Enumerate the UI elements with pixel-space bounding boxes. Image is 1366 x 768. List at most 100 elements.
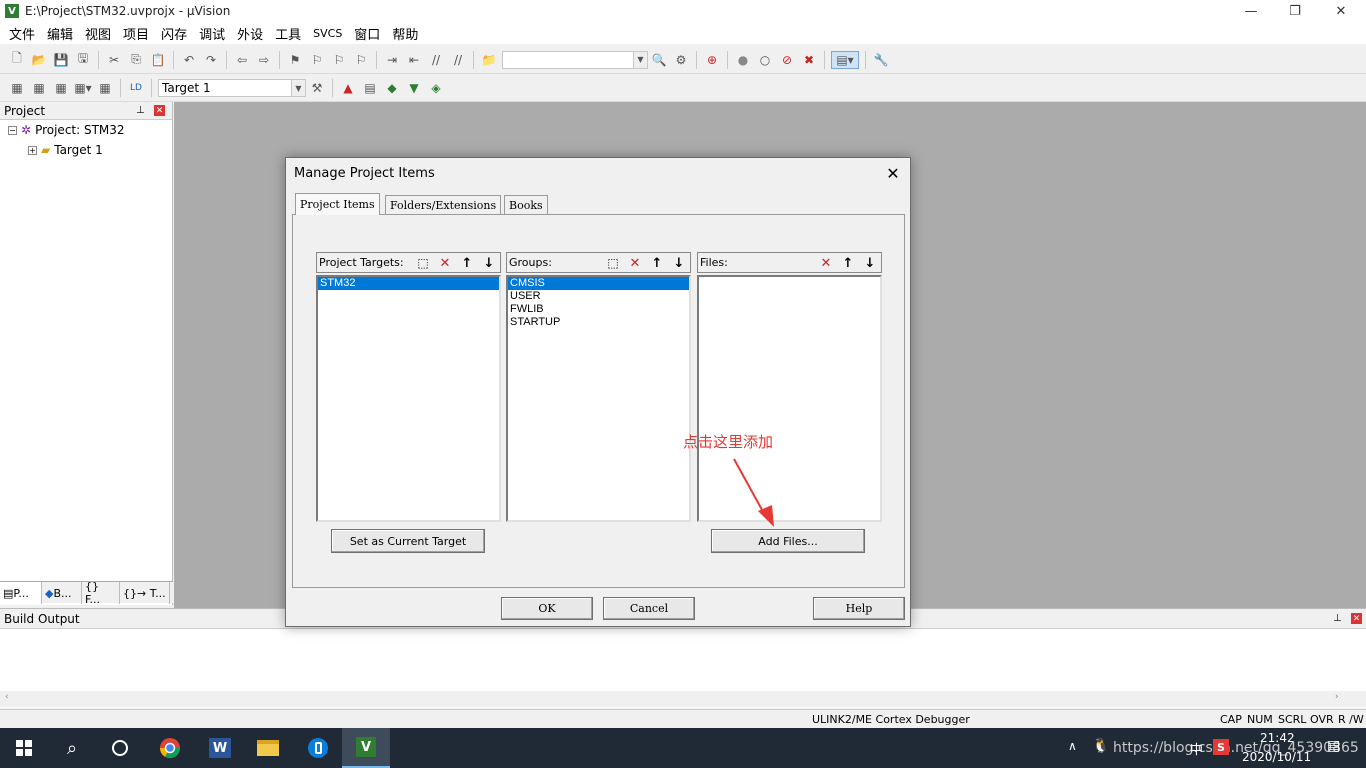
scroll-right-icon[interactable]: › bbox=[1335, 692, 1339, 702]
list-item[interactable]: FWLIB bbox=[508, 303, 689, 316]
dialog-close-button[interactable]: ✕ bbox=[882, 162, 904, 184]
copy-icon[interactable]: ⎘ bbox=[127, 51, 145, 69]
breakpoint-icon[interactable]: ● bbox=[734, 51, 752, 69]
save-all-icon[interactable]: 🖫 bbox=[74, 51, 92, 69]
chevron-down-icon[interactable]: ▼ bbox=[291, 80, 305, 96]
qq-tray-icon[interactable]: 🐧 bbox=[1092, 738, 1109, 754]
horizontal-scrollbar[interactable]: ‹ › bbox=[0, 691, 1366, 707]
chevron-down-icon[interactable]: ▼ bbox=[633, 51, 647, 68]
menu-flash[interactable]: 闪存 bbox=[155, 24, 193, 43]
nav-forward-icon[interactable]: ⇨ bbox=[255, 51, 273, 69]
build-icon[interactable]: ▦ bbox=[30, 79, 48, 97]
minimize-button[interactable]: — bbox=[1228, 0, 1274, 22]
menu-window[interactable]: 窗口 bbox=[348, 24, 386, 43]
save-icon[interactable]: 💾 bbox=[52, 51, 70, 69]
bookmark-prev-icon[interactable]: ⚐ bbox=[308, 51, 326, 69]
breakpoint-disable-all-icon[interactable]: ⊘ bbox=[778, 51, 796, 69]
rebuild-icon[interactable]: ▦ bbox=[52, 79, 70, 97]
tab-project[interactable]: ▤ P... bbox=[0, 582, 42, 604]
menu-edit[interactable]: 编辑 bbox=[41, 24, 79, 43]
restore-button[interactable]: ❐ bbox=[1272, 0, 1318, 22]
clock-time[interactable]: 21:42 bbox=[1260, 731, 1295, 745]
comment-icon[interactable]: // bbox=[427, 51, 445, 69]
list-item[interactable]: STARTUP bbox=[508, 316, 689, 329]
move-up-icon[interactable]: ↑ bbox=[839, 255, 857, 271]
menu-file[interactable]: 文件 bbox=[3, 24, 41, 43]
menu-svcs[interactable]: SVCS bbox=[307, 27, 348, 40]
pin-icon[interactable]: ⊥ bbox=[1333, 613, 1342, 624]
tab-project-items[interactable]: Project Items bbox=[295, 193, 380, 215]
bookmark-next-icon[interactable]: ⚐ bbox=[330, 51, 348, 69]
find-icon[interactable]: 🔍 bbox=[650, 51, 668, 69]
nav-back-icon[interactable]: ⇦ bbox=[233, 51, 251, 69]
menu-help[interactable]: 帮助 bbox=[386, 24, 424, 43]
ime-indicator[interactable]: 中 bbox=[1190, 739, 1203, 758]
collapse-icon[interactable]: − bbox=[8, 125, 17, 135]
delete-icon[interactable]: ✕ bbox=[436, 255, 454, 271]
target-select[interactable]: Target 1 ▼ bbox=[158, 79, 306, 97]
list-item[interactable]: STM32 bbox=[318, 277, 499, 290]
add-files-button[interactable]: Add Files... bbox=[711, 529, 865, 553]
ok-button[interactable]: OK bbox=[501, 597, 593, 620]
tab-functions[interactable]: {} F... bbox=[82, 580, 120, 606]
move-up-icon[interactable]: ↑ bbox=[458, 255, 476, 271]
debug-session-icon[interactable]: ⊕ bbox=[703, 51, 721, 69]
cancel-button[interactable]: Cancel bbox=[603, 597, 695, 620]
target-options-icon[interactable]: ⚒ bbox=[308, 79, 326, 97]
new-file-icon[interactable]: 🗋 bbox=[8, 51, 26, 69]
delete-icon[interactable]: ✕ bbox=[626, 255, 644, 271]
stop-build-icon[interactable]: ▦ bbox=[96, 79, 114, 97]
task-view-icon[interactable] bbox=[96, 728, 144, 768]
translate-icon[interactable]: ▦ bbox=[8, 79, 26, 97]
incremental-find-icon[interactable]: ⚙ bbox=[672, 51, 690, 69]
start-button[interactable] bbox=[0, 728, 48, 768]
pack-installer-icon[interactable]: ◆ bbox=[383, 79, 401, 97]
cut-icon[interactable]: ✂ bbox=[105, 51, 123, 69]
paste-icon[interactable]: 📋 bbox=[149, 51, 167, 69]
close-window-button[interactable]: ✕ bbox=[1318, 0, 1364, 22]
menu-debug[interactable]: 调试 bbox=[193, 24, 231, 43]
menu-tools[interactable]: 工具 bbox=[269, 24, 307, 43]
tree-item-target[interactable]: + ▰ Target 1 bbox=[0, 140, 172, 160]
files-list[interactable] bbox=[697, 275, 882, 522]
close-icon[interactable]: ✕ bbox=[154, 105, 165, 116]
new-item-icon[interactable]: ⬚ bbox=[604, 255, 622, 271]
select-software-packs-icon[interactable]: ▼ bbox=[405, 79, 423, 97]
delete-icon[interactable]: ✕ bbox=[817, 255, 835, 271]
tab-folders-extensions[interactable]: Folders/Extensions bbox=[385, 195, 502, 214]
menu-peripherals[interactable]: 外设 bbox=[231, 24, 269, 43]
chrome-icon[interactable] bbox=[146, 728, 194, 768]
uncomment-icon[interactable]: // bbox=[449, 51, 467, 69]
breakpoint-disable-icon[interactable]: ○ bbox=[756, 51, 774, 69]
list-item[interactable]: USER bbox=[508, 290, 689, 303]
move-down-icon[interactable]: ↓ bbox=[480, 255, 498, 271]
search-icon[interactable]: ⌕ bbox=[48, 728, 96, 768]
run-time-environment-icon[interactable]: ◈ bbox=[427, 79, 445, 97]
download-load-icon[interactable]: LD bbox=[127, 79, 145, 97]
set-as-current-target-button[interactable]: Set as Current Target bbox=[331, 529, 485, 553]
project-targets-list[interactable]: STM32 bbox=[316, 275, 501, 522]
batch-build-icon[interactable]: ▦▾ bbox=[74, 79, 92, 97]
new-item-icon[interactable]: ⬚ bbox=[414, 255, 432, 271]
tab-books[interactable]: ◆ B... bbox=[42, 582, 82, 604]
bookmark-clear-icon[interactable]: ⚐ bbox=[352, 51, 370, 69]
scroll-left-icon[interactable]: ‹ bbox=[5, 692, 9, 702]
file-explorer-icon[interactable] bbox=[244, 728, 292, 768]
help-button[interactable]: Help bbox=[813, 597, 905, 620]
expand-icon[interactable]: + bbox=[28, 145, 37, 155]
tab-books[interactable]: Books bbox=[504, 195, 548, 214]
find-combo[interactable]: ▼ bbox=[502, 50, 648, 69]
breakpoint-kill-all-icon[interactable]: ✖ bbox=[800, 51, 818, 69]
word-icon[interactable]: W bbox=[196, 728, 244, 768]
menu-project[interactable]: 项目 bbox=[117, 24, 155, 43]
configure-icon[interactable]: 🔧 bbox=[872, 51, 890, 69]
notification-icon[interactable]: ▤ bbox=[1327, 738, 1340, 754]
manage-project-items-icon[interactable]: ▲ bbox=[339, 79, 357, 97]
move-down-icon[interactable]: ↓ bbox=[861, 255, 879, 271]
indent-icon[interactable]: ⇥ bbox=[383, 51, 401, 69]
move-down-icon[interactable]: ↓ bbox=[670, 255, 688, 271]
tab-templates[interactable]: {}→ T... bbox=[120, 582, 170, 604]
menu-view[interactable]: 视图 bbox=[79, 24, 117, 43]
move-up-icon[interactable]: ↑ bbox=[648, 255, 666, 271]
sogou-input-icon[interactable]: S bbox=[1213, 739, 1229, 755]
